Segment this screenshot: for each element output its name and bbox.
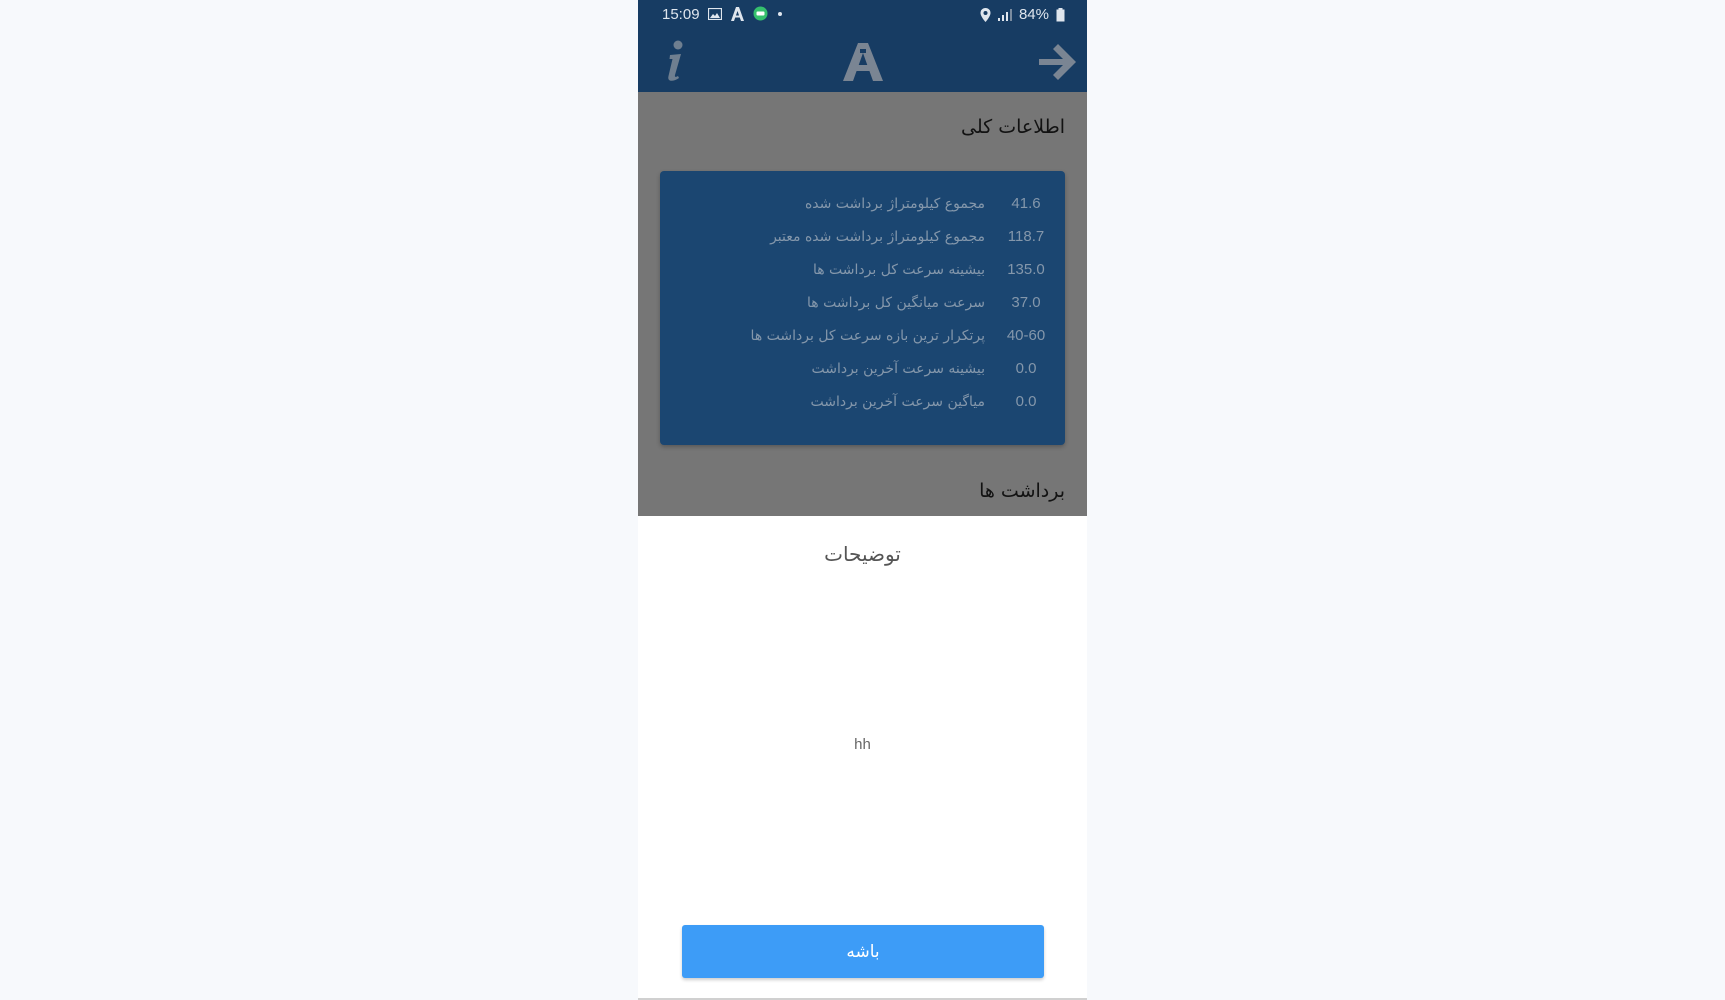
stat-label: بیشینه سرعت کل برداشت ها	[812, 261, 985, 278]
phone-screen: 15:09 84% اطلاعات کلی مجموع کیلومتراژ بر…	[638, 0, 1087, 1000]
status-time: 15:09	[662, 6, 700, 23]
stat-value: 37.0	[1011, 294, 1041, 311]
stat-value: 118.7	[1007, 228, 1045, 245]
stat-row: میاگین سرعت آخرین برداشت 0.0	[667, 385, 1047, 418]
stat-label: بیشینه سرعت آخرین برداشت	[811, 360, 985, 377]
info-icon[interactable]	[660, 37, 690, 85]
stat-value: 40-60	[1006, 327, 1046, 344]
stat-row: مجموع کیلومتراژ برداشت شده 41.6	[667, 187, 1047, 220]
dialog-title: توضیحات	[824, 542, 901, 566]
arrow-right-icon[interactable]	[1035, 41, 1079, 83]
description-dialog: توضیحات hh باشه	[638, 516, 1087, 1000]
stat-value: 41.6	[1011, 195, 1041, 212]
stat-label: مجموع کیلومتراژ برداشت شده معتبر	[770, 228, 985, 245]
main-content-dimmed: اطلاعات کلی مجموع کیلومتراژ برداشت شده 4…	[638, 92, 1087, 516]
location-icon	[980, 7, 991, 22]
stat-row: بیشینه سرعت آخرین برداشت 0.0	[667, 352, 1047, 385]
stat-label: پرتکرار ترین بازه سرعت کل برداشت ها	[750, 327, 985, 344]
stat-row: پرتکرار ترین بازه سرعت کل برداشت ها 40-6…	[667, 319, 1047, 352]
image-icon	[708, 7, 722, 20]
general-info-title: اطلاعات کلی	[961, 116, 1065, 138]
app-logo-small-icon	[731, 6, 744, 21]
system-icons: 84%	[980, 6, 1065, 23]
stat-row: سرعت میانگین کل برداشت ها 37.0	[667, 286, 1047, 319]
app-bar	[638, 31, 1087, 92]
stat-value: 0.0	[1015, 360, 1037, 377]
stat-row: بیشینه سرعت کل برداشت ها 135.0	[667, 253, 1047, 286]
stat-value: 135.0	[1007, 261, 1045, 278]
more-notifications-dot-icon	[778, 11, 782, 16]
stat-value: 0.0	[1015, 393, 1037, 410]
app-logo-icon	[843, 43, 883, 81]
messaging-app-icon	[753, 6, 768, 21]
dialog-body-text: hh	[854, 736, 871, 753]
status-bar: 15:09 84%	[638, 0, 1087, 31]
stat-label: میاگین سرعت آخرین برداشت	[810, 393, 986, 410]
signal-icon	[997, 9, 1012, 21]
stat-row: مجموع کیلومتراژ برداشت شده معتبر 118.7	[667, 220, 1047, 253]
ok-button[interactable]: باشه	[682, 925, 1044, 978]
stat-label: مجموع کیلومتراژ برداشت شده	[804, 195, 985, 212]
notification-icons	[708, 6, 784, 21]
battery-icon	[1056, 7, 1065, 21]
recordings-title: برداشت ها	[979, 480, 1065, 502]
stats-card: مجموع کیلومتراژ برداشت شده 41.6 مجموع کی…	[660, 171, 1065, 445]
battery-percent: 84%	[1018, 6, 1049, 23]
stat-label: سرعت میانگین کل برداشت ها	[807, 294, 985, 311]
